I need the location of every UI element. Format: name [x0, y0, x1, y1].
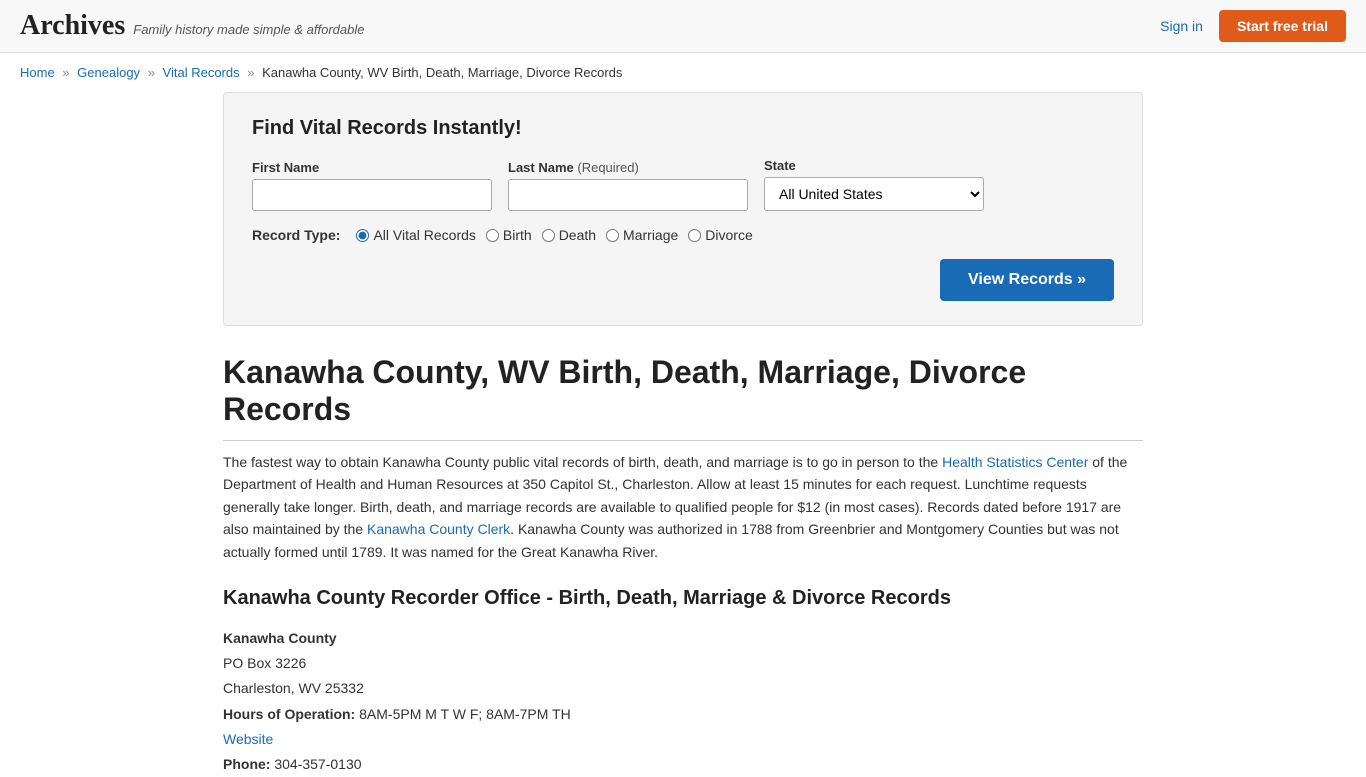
search-title: Find Vital Records Instantly! [252, 117, 1114, 140]
hours-label: Hours of Operation: [223, 706, 355, 722]
first-name-input[interactable] [252, 179, 492, 211]
radio-marriage[interactable]: Marriage [606, 227, 678, 243]
radio-birth-label: Birth [503, 227, 532, 243]
breadcrumb-current: Kanawha County, WV Birth, Death, Marriag… [262, 65, 622, 80]
search-box: Find Vital Records Instantly! First Name… [223, 92, 1143, 326]
radio-all-vital-records-label: All Vital Records [373, 227, 475, 243]
radio-divorce-label: Divorce [705, 227, 752, 243]
breadcrumb-separator-3: » [247, 65, 254, 80]
site-tagline: Family history made simple & affordable [133, 22, 364, 37]
radio-death-label: Death [559, 227, 596, 243]
hours-value: 8AM-5PM M T W F; 8AM-7PM TH [359, 706, 571, 722]
phone-row: Phone: 304-357-0130 [223, 752, 1143, 777]
search-fields: First Name Last Name (Required) State Al… [252, 158, 1114, 211]
breadcrumb-separator-1: » [62, 65, 69, 80]
health-statistics-link[interactable]: Health Statistics Center [942, 454, 1088, 470]
radio-marriage-input[interactable] [606, 229, 619, 242]
radio-all-vital-records[interactable]: All Vital Records [356, 227, 475, 243]
body-text: The fastest way to obtain Kanawha County… [223, 451, 1143, 563]
breadcrumb-genealogy[interactable]: Genealogy [77, 65, 140, 80]
last-name-input[interactable] [508, 179, 748, 211]
city-state: Charleston, WV 25332 [223, 676, 1143, 701]
radio-divorce-input[interactable] [688, 229, 701, 242]
radio-marriage-label: Marriage [623, 227, 678, 243]
view-records-button[interactable]: View Records » [940, 259, 1114, 301]
record-type-row: Record Type: All Vital Records Birth Dea… [252, 227, 1114, 243]
state-select[interactable]: All United StatesAlabamaAlaskaArizonaArk… [764, 177, 984, 211]
radio-all-vital-records-input[interactable] [356, 229, 369, 242]
record-type-label: Record Type: [252, 227, 340, 243]
state-group: State All United StatesAlabamaAlaskaAriz… [764, 158, 984, 211]
first-name-label: First Name [252, 160, 492, 175]
header-left: Archives Family history made simple & af… [20, 10, 364, 42]
page-title: Kanawha County, WV Birth, Death, Marriag… [223, 354, 1143, 441]
phone-label: Phone: [223, 756, 270, 772]
start-trial-button[interactable]: Start free trial [1219, 10, 1346, 42]
breadcrumb-separator-2: » [148, 65, 155, 80]
radio-divorce[interactable]: Divorce [688, 227, 752, 243]
office-name: Kanawha County [223, 626, 1143, 651]
last-name-group: Last Name (Required) [508, 160, 748, 211]
radio-birth[interactable]: Birth [486, 227, 532, 243]
county-clerk-link[interactable]: Kanawha County Clerk [367, 521, 510, 537]
first-name-group: First Name [252, 160, 492, 211]
state-label: State [764, 158, 984, 173]
breadcrumb-vital-records[interactable]: Vital Records [163, 65, 240, 80]
header-right: Sign in Start free trial [1160, 10, 1346, 42]
site-header: Archives Family history made simple & af… [0, 0, 1366, 53]
po-box: PO Box 3226 [223, 651, 1143, 676]
required-note: (Required) [577, 160, 638, 175]
radio-death-input[interactable] [542, 229, 555, 242]
website-link[interactable]: Website [223, 731, 273, 747]
website-row: Website [223, 727, 1143, 752]
sign-in-link[interactable]: Sign in [1160, 18, 1203, 34]
phone-value: 304-357-0130 [274, 756, 361, 772]
last-name-label: Last Name (Required) [508, 160, 748, 175]
office-info: Kanawha County PO Box 3226 Charleston, W… [223, 626, 1143, 777]
breadcrumb: Home » Genealogy » Vital Records » Kanaw… [0, 53, 1366, 92]
main-content: Find Vital Records Instantly! First Name… [203, 92, 1163, 777]
section2-heading: Kanawha County Recorder Office - Birth, … [223, 587, 1143, 610]
breadcrumb-home[interactable]: Home [20, 65, 55, 80]
site-logo: Archives [20, 10, 125, 42]
hours-row: Hours of Operation: 8AM-5PM M T W F; 8AM… [223, 702, 1143, 727]
search-btn-row: View Records » [252, 259, 1114, 301]
radio-birth-input[interactable] [486, 229, 499, 242]
radio-death[interactable]: Death [542, 227, 596, 243]
